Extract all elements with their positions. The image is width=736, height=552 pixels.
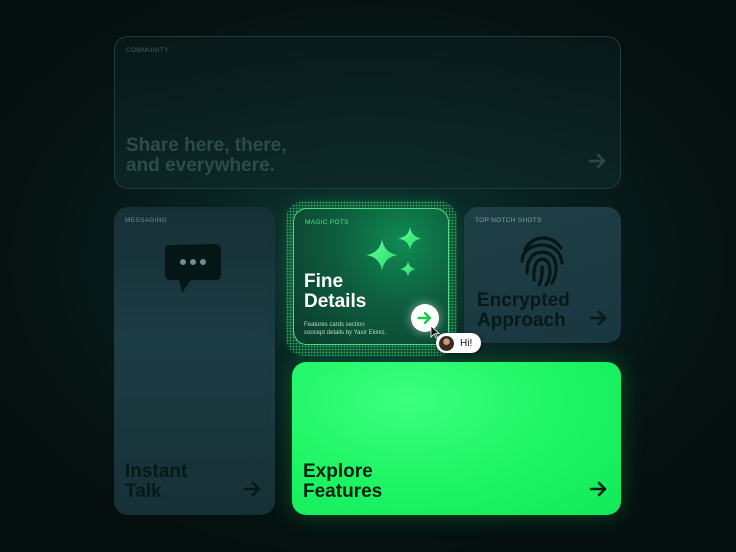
topnotch-title: Encrypted Approach [477, 291, 597, 331]
avatar [439, 335, 454, 351]
arrow-right-icon[interactable] [588, 153, 608, 169]
chat-bubble-icon [165, 244, 221, 293]
fingerprint-icon [520, 236, 564, 287]
community-title-line1: Share here, there, [126, 135, 287, 156]
explore-title-line2: Features [303, 481, 383, 502]
topnotch-title-line1: Encrypted [477, 290, 570, 311]
magic-eyebrow: MAGIC POTS [305, 219, 349, 226]
community-title: Share here, there, and everywhere. [126, 136, 386, 176]
magic-caption-line1: Features cards section [304, 322, 365, 328]
arrow-right-icon[interactable] [589, 310, 609, 326]
topnotch-eyebrow: TOP NOTCH SHOTS [475, 217, 542, 224]
messaging-card[interactable]: MESSAGING Instant Talk [114, 207, 275, 515]
community-title-line2: and everywhere. [126, 155, 275, 176]
messaging-title: Instant Talk [125, 462, 245, 502]
magic-title-line1: Fine [304, 271, 344, 292]
explore-title: Explore Features [303, 462, 443, 502]
magic-title: Fine Details [304, 272, 404, 312]
magic-title-line2: Details [304, 291, 367, 312]
arrow-right-icon[interactable] [589, 481, 609, 497]
magic-pots-card[interactable]: MAGIC POTS Fine Details Features cards s… [293, 208, 449, 345]
top-notch-card[interactable]: TOP NOTCH SHOTS Encrypted Approach [464, 207, 621, 343]
community-eyebrow: COMMUNITY [126, 47, 169, 54]
magic-caption: Features cards section concept details b… [304, 321, 400, 337]
messaging-eyebrow: MESSAGING [125, 217, 168, 224]
arrow-right-icon [417, 312, 431, 324]
explore-features-card[interactable]: Explore Features [292, 362, 621, 515]
topnotch-title-line2: Approach [477, 310, 566, 331]
messaging-title-line2: Talk [125, 481, 162, 502]
arrow-right-icon[interactable] [243, 481, 263, 497]
hi-tooltip: Hi! [436, 333, 481, 353]
magic-caption-line2: concept details by Yasir Ekinci. [304, 330, 387, 336]
explore-title-line1: Explore [303, 461, 373, 482]
messaging-title-line1: Instant [125, 461, 188, 482]
hi-tooltip-text: Hi! [460, 337, 473, 349]
community-card[interactable]: COMMUNITY Share here, there, and everywh… [114, 36, 621, 189]
